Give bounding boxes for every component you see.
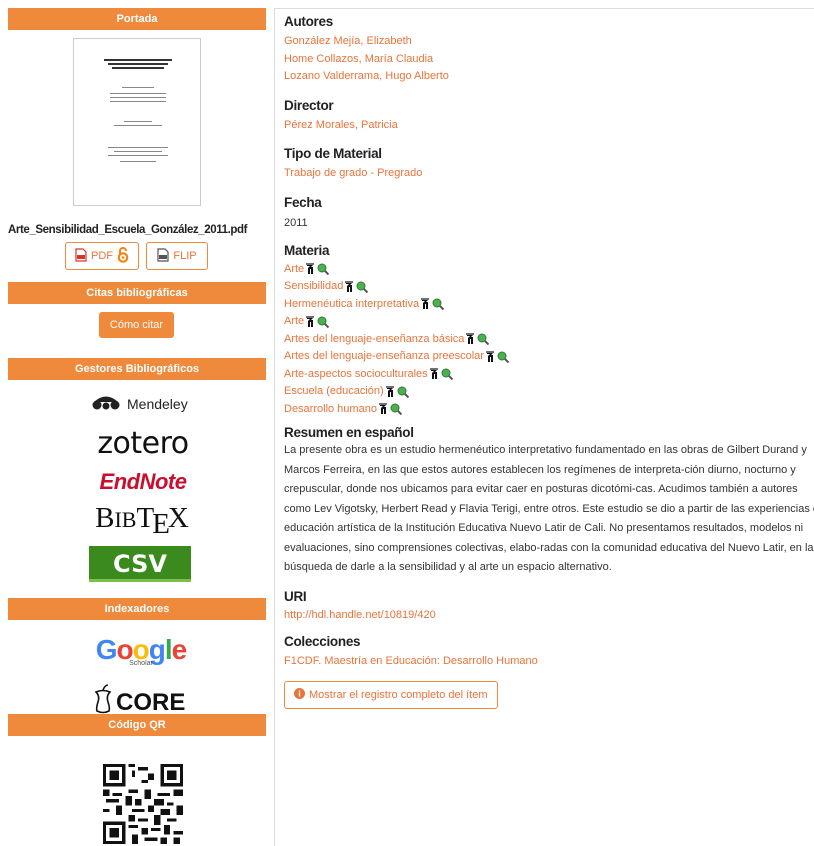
indexadores-header: Indexadores <box>8 598 266 620</box>
director-link[interactable]: Pérez Morales, Patricia <box>284 117 398 135</box>
fecha-heading: Fecha <box>284 194 322 210</box>
subject-link[interactable]: Arte <box>284 313 304 331</box>
column-divider <box>274 8 275 846</box>
collection-link[interactable]: F1CDF. Maestría en Educación: Desarrollo… <box>284 653 538 671</box>
open-access-icon <box>117 246 129 266</box>
cite-button[interactable]: Cómo citar <box>99 312 174 338</box>
mendeley-icon <box>91 395 121 414</box>
author-link[interactable]: González Mejía, Elizabeth <box>284 33 412 51</box>
director-heading: Director <box>284 97 334 113</box>
qr-code <box>103 764 183 844</box>
abstract-line: como Lev Vigotsky, Herbert Read y Flavia… <box>284 502 814 515</box>
pdf-button[interactable]: PDF <box>65 242 139 270</box>
magnifier-icon[interactable] <box>432 298 445 311</box>
resumen-heading: Resumen en español <box>284 425 414 440</box>
mendeley-label: Mendeley <box>127 396 188 412</box>
pdf-button-label: PDF <box>91 250 113 262</box>
subject-item: Arte-aspectos socioculturales <box>284 366 814 384</box>
subject-item: Escuela (educación) <box>284 383 814 401</box>
material-link[interactable]: Trabajo de grado - Pregrado <box>284 165 422 183</box>
google-scholar-search-icon[interactable] <box>305 263 316 275</box>
zotero-label: zotero <box>97 426 189 461</box>
colecciones-heading: Colecciones <box>284 634 361 649</box>
subject-item: Arte <box>284 313 814 331</box>
flip-button[interactable]: FLIP <box>146 242 208 270</box>
top-divider <box>274 8 814 9</box>
endnote-label: EndNote <box>99 469 187 494</box>
bibtex-link[interactable]: BIBTEX <box>86 502 198 541</box>
magnifier-icon[interactable] <box>317 263 330 276</box>
citas-header: Citas bibliográficas <box>8 282 266 304</box>
bibtex-logo: BIBTEX <box>95 502 189 540</box>
materia-heading: Materia <box>284 242 330 258</box>
abstract-line: La presente obra es un estudio hermenéut… <box>284 444 807 456</box>
subject-link[interactable]: Desarrollo humano <box>284 401 377 419</box>
zotero-link[interactable]: zotero <box>88 426 198 461</box>
subject-item: Hermenéutica interpretativa <box>284 296 814 314</box>
abstract-line: búsqueda de darle a la sensibilidad y al… <box>284 561 612 573</box>
uri-heading: URI <box>284 588 307 604</box>
abstract-text: La presente obra es un estudio hermenéut… <box>284 441 814 578</box>
google-scholar-search-icon[interactable] <box>305 316 316 328</box>
google-scholar-link[interactable]: Google Scholar <box>88 634 194 667</box>
fecha-value: 2011 <box>284 216 308 229</box>
google-scholar-search-icon[interactable] <box>385 386 396 398</box>
pdf-filename[interactable]: Arte_Sensibilidad_Escuela_González_2011.… <box>8 224 248 236</box>
google-scholar-search-icon[interactable] <box>485 351 496 363</box>
subject-item: Sensibilidad <box>284 278 814 296</box>
material-heading: Tipo de Material <box>284 146 382 161</box>
uri-link[interactable]: http://hdl.handle.net/10819/420 <box>284 607 436 625</box>
mendeley-link[interactable]: Mendeley <box>91 392 201 416</box>
endnote-link[interactable]: EndNote <box>88 469 198 495</box>
magnifier-icon[interactable] <box>356 281 369 293</box>
subject-item: Artes del lenguaje-enseñanza preescolar <box>284 348 814 366</box>
flip-file-icon <box>157 247 169 265</box>
magnifier-icon[interactable] <box>497 351 509 363</box>
csv-link[interactable]: CSV <box>89 546 191 582</box>
full-record-button[interactable]: Mostrar el registro completo del ítem <box>284 680 498 709</box>
author-link[interactable]: Home Collazos, María Claudia <box>284 51 433 69</box>
subject-link[interactable]: Artes del lenguaje-enseñanza básica <box>284 331 464 349</box>
subject-link[interactable]: Artes del lenguaje-enseñanza preescolar <box>284 348 484 366</box>
authors-list: González Mejía, Elizabeth Home Collazos,… <box>284 33 814 86</box>
abstract-line: educación artística de la Institución Ed… <box>284 522 804 534</box>
subject-item: Artes del lenguaje-enseñanza básica <box>284 331 814 349</box>
google-scholar-search-icon[interactable] <box>344 281 355 293</box>
subject-link[interactable]: Arte <box>284 261 304 279</box>
magnifier-icon[interactable] <box>441 368 453 381</box>
google-scholar-search-icon[interactable] <box>378 403 389 415</box>
google-scholar-search-icon[interactable] <box>420 298 431 310</box>
info-icon <box>294 687 305 702</box>
record-details: Autores González Mejía, Elizabeth Home C… <box>284 14 814 709</box>
subject-link[interactable]: Arte-aspectos socioculturales <box>284 366 428 384</box>
subjects-list: Arte Sensibilidad Hermenéutica interpretat… <box>284 261 814 419</box>
document-thumbnail[interactable] <box>73 38 201 206</box>
pdf-file-icon <box>75 247 87 265</box>
abstract-line: evaluaciones, sino comprensiones colecti… <box>284 541 814 554</box>
subject-link[interactable]: Sensibilidad <box>284 278 343 296</box>
portada-header: Portada <box>8 8 266 30</box>
flip-button-label: FLIP <box>173 250 197 262</box>
core-label: CORE <box>116 688 186 716</box>
abstract-line: Marcos Ferreira, en las que estos autore… <box>284 463 796 476</box>
magnifier-icon[interactable] <box>317 316 330 328</box>
subject-link[interactable]: Hermenéutica interpretativa <box>284 296 419 314</box>
qr-header: Código QR <box>8 714 266 736</box>
authors-heading: Autores <box>284 14 333 29</box>
google-scholar-search-icon[interactable] <box>465 333 476 345</box>
full-record-label: Mostrar el registro completo del ítem <box>309 688 488 701</box>
google-scholar-search-icon[interactable] <box>429 368 440 380</box>
subject-item: Arte <box>284 261 814 279</box>
author-link[interactable]: Lozano Valderrama, Hugo Alberto <box>284 68 449 86</box>
magnifier-icon[interactable] <box>477 333 490 346</box>
subject-link[interactable]: Escuela (educación) <box>284 383 384 401</box>
magnifier-icon[interactable] <box>390 403 402 416</box>
gestores-header: Gestores Bibliográficos <box>8 358 266 380</box>
magnifier-icon[interactable] <box>397 386 409 398</box>
abstract-line: crepuscular, donde nos ubicamos para evi… <box>284 483 798 495</box>
subject-item: Desarrollo humano <box>284 401 814 419</box>
